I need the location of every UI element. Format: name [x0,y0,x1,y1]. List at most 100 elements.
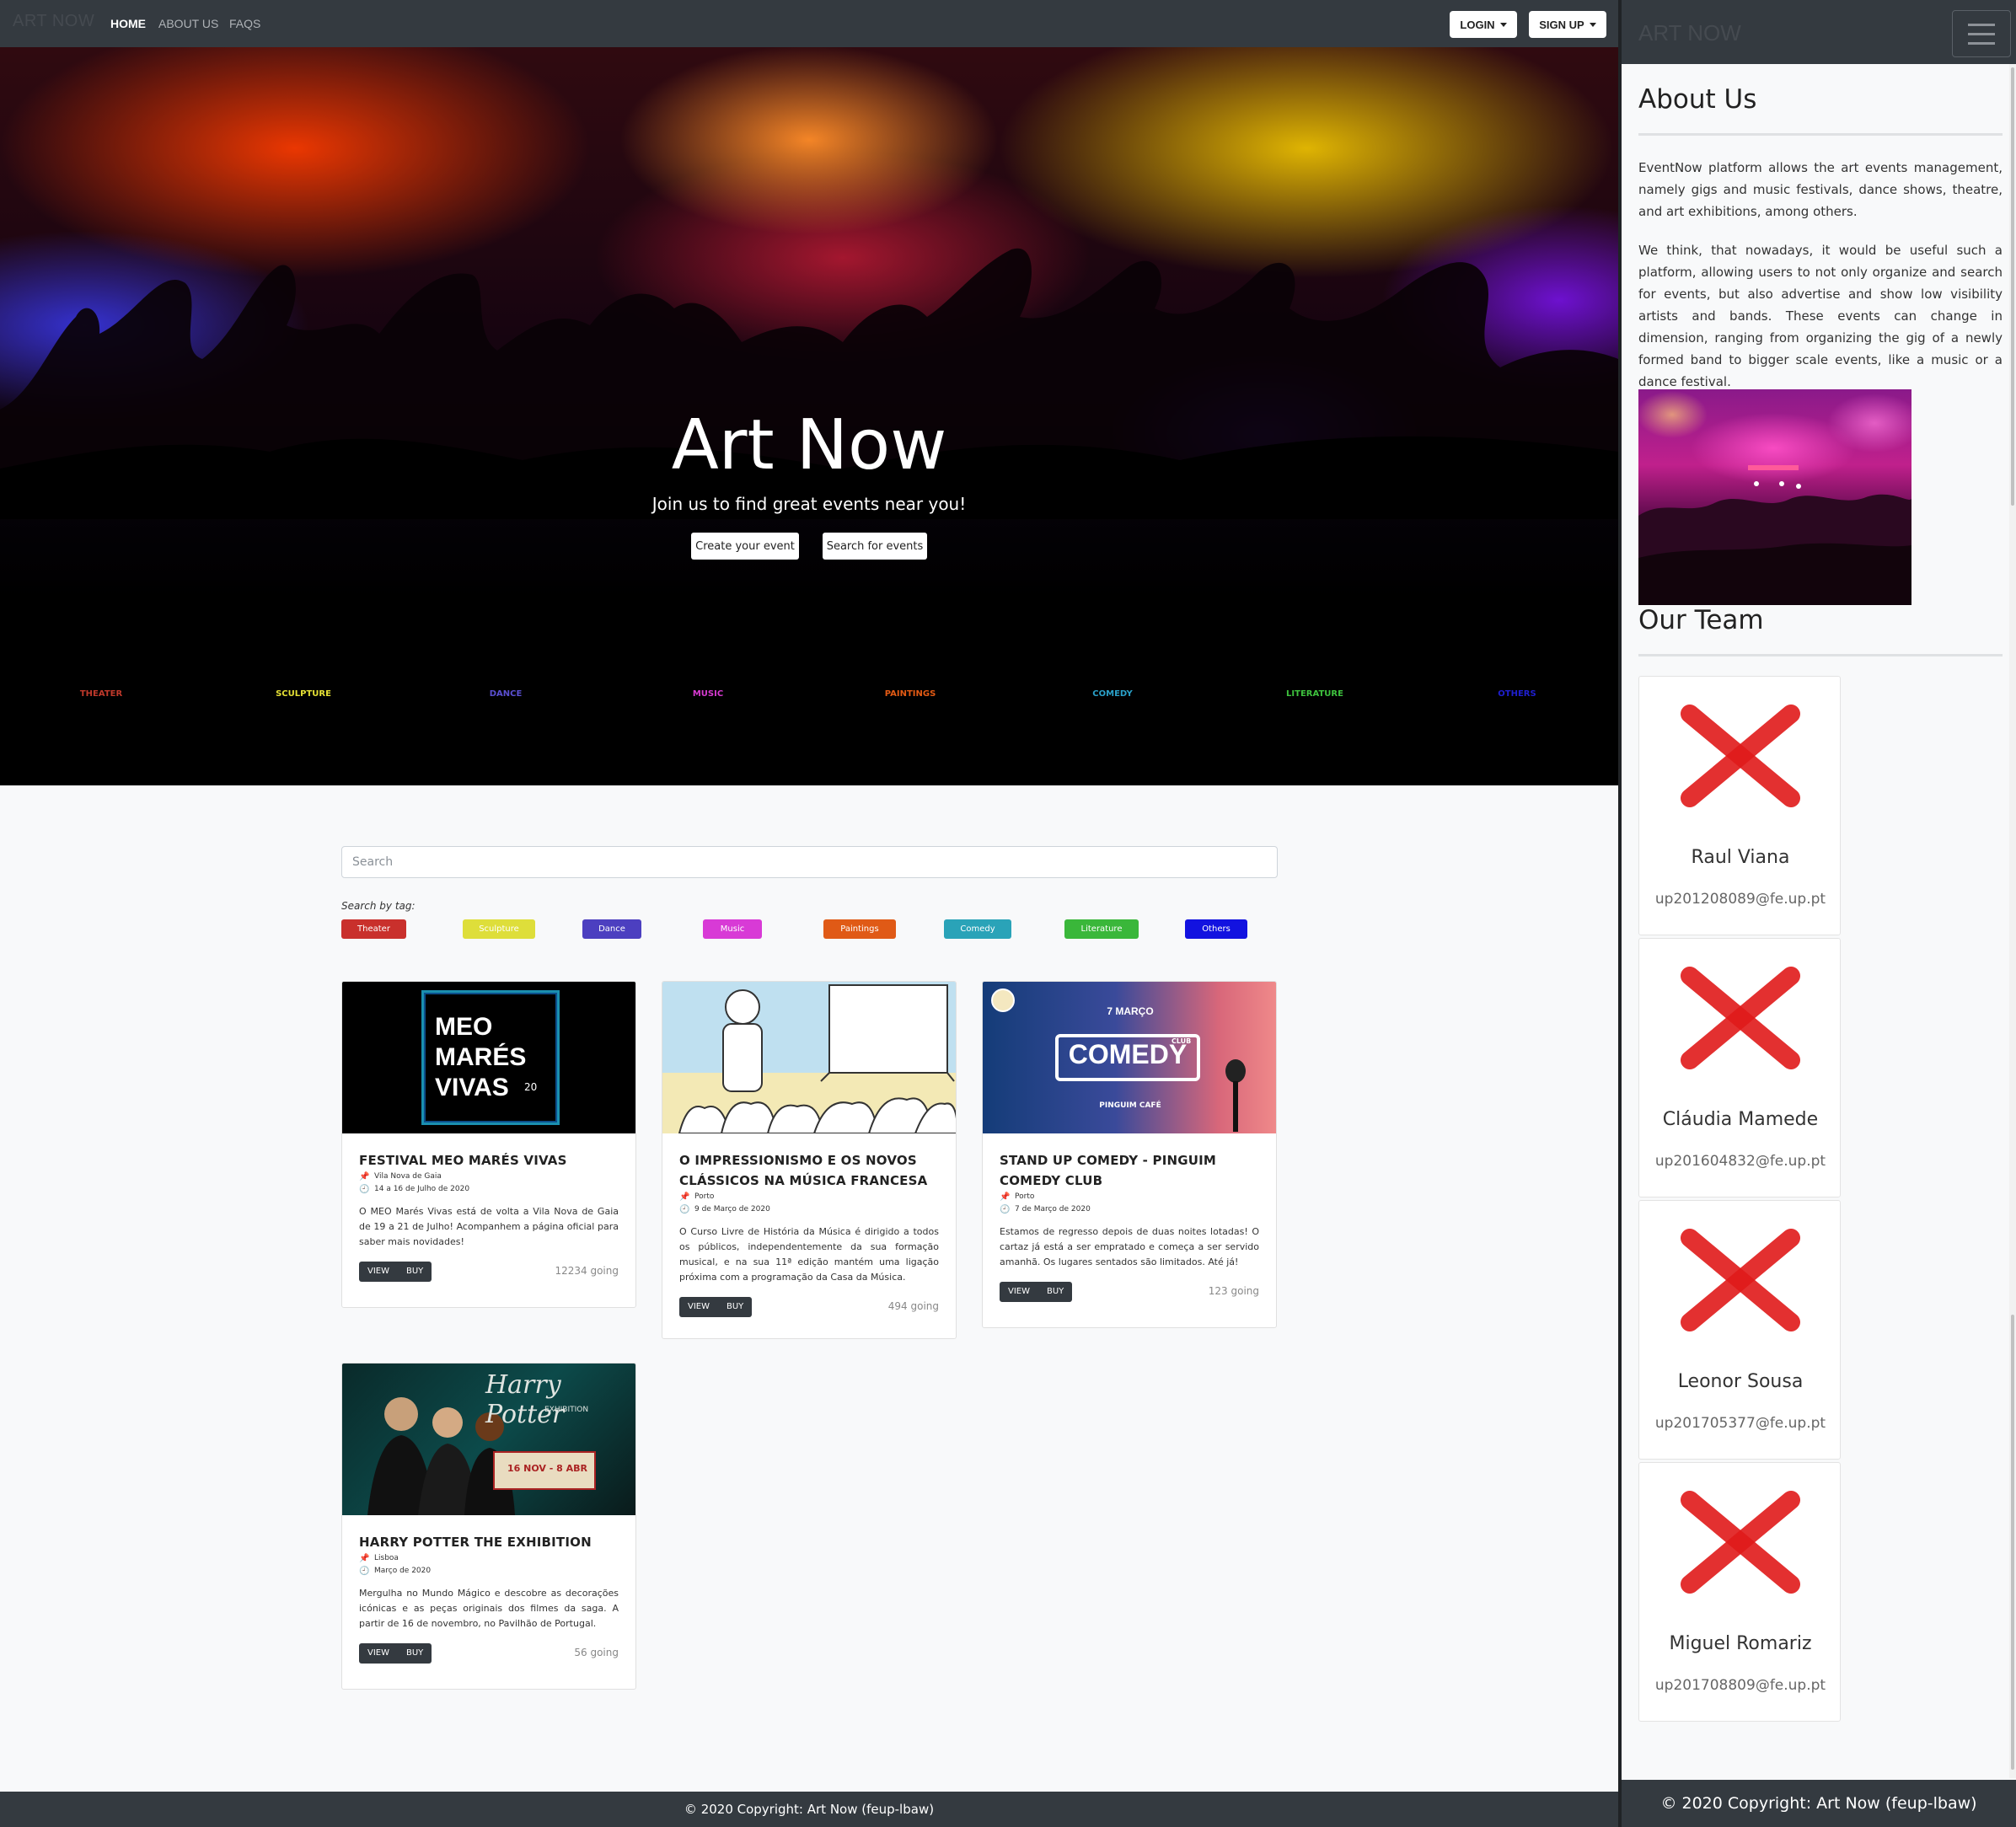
category-theater[interactable]: THEATER [51,689,152,699]
divider [1638,654,2003,656]
team-card: Leonor Sousa up201705377@fe.up.pt [1638,1200,1841,1460]
going-count: 123 going [1208,1285,1259,1297]
nav-about-us[interactable]: ABOUT US [158,17,218,30]
card-footer: VIEW BUY 12234 going [342,1250,635,1292]
member-name: Leonor Sousa [1677,1371,1804,1392]
event-location: 📌 Porto [1000,1191,1259,1203]
signup-button[interactable]: SIGN UP [1529,11,1606,38]
nav-faqs[interactable]: FAQS [229,17,260,30]
view-button[interactable]: VIEW [359,1643,398,1664]
location-text: Porto [1015,1192,1035,1201]
category-others[interactable]: OTHERS [1466,689,1568,699]
category-dance[interactable]: DANCE [455,689,556,699]
signup-label: SIGN UP [1539,18,1584,31]
poster-title: Harry Potter [485,1370,565,1429]
event-image[interactable]: 7 MARÇO COMEDY CLUB PINGUIM CAFÉ [983,982,1276,1133]
festival-image [1638,389,1911,605]
create-event-button[interactable]: Create your event [691,533,799,560]
about-paragraph: We think, that nowadays, it would be use… [1638,243,2003,389]
poster-year: 20 [524,1081,538,1093]
date-text: Março de 2020 [374,1567,432,1575]
buy-button[interactable]: BUY [398,1262,432,1282]
clock-icon: 🕘 [1000,1205,1011,1214]
tag-search-label: Search by tag: [341,900,416,912]
event-card: O IMPRESSIONISMO E OS NOVOS CLÁSSICOS NA… [662,981,957,1339]
going-count: 12234 going [555,1265,619,1277]
caret-down-icon [1499,22,1507,27]
card-body: STAND UP COMEDY - PINGUIM COMEDY CLUB 📌 P… [983,1133,1276,1270]
scrollbar-thumb-lower[interactable] [2011,1315,2014,1770]
hero-banner: Art Now Join us to find great events nea… [0,47,1618,785]
category-literature[interactable]: LITERATURE [1264,689,1365,699]
member-name: Raul Viana [1691,847,1790,868]
poster-subtitle: EXHIBITION [544,1406,589,1414]
pin-icon: 📌 [359,1554,370,1563]
member-name: Cláudia Mamede [1662,1109,1819,1130]
caret-down-icon [1589,22,1596,27]
event-card: 7 MARÇO COMEDY CLUB PINGUIM CAFÉ STAND U… [982,981,1277,1328]
team-title: Our Team [1638,605,1764,635]
category-paintings[interactable]: PAINTINGS [860,689,961,699]
mobile-navbar: ART NOW [1622,0,2016,64]
buy-button[interactable]: BUY [1038,1282,1072,1302]
card-body: O IMPRESSIONISMO E OS NOVOS CLÁSSICOS NA… [662,1133,956,1285]
event-image[interactable]: Harry Potter EXHIBITION 16 NOV - 8 ABR [342,1364,635,1515]
view-button[interactable]: VIEW [679,1297,718,1317]
event-card: MEO MARÉS VIVAS 20 FESTIVAL MEO MARÉS VI… [341,981,636,1308]
event-card: Harry Potter EXHIBITION 16 NOV - 8 ABR H… [341,1363,636,1690]
event-description: Estamos de regresso depois de duas noite… [1000,1226,1259,1267]
buy-button[interactable]: BUY [718,1297,752,1317]
team-card: Miguel Romariz up201708809@fe.up.pt [1638,1462,1841,1722]
login-button[interactable]: LOGIN [1450,11,1517,38]
clock-icon: 🕘 [359,1567,370,1576]
view-button[interactable]: VIEW [359,1262,398,1282]
tag-paintings[interactable]: Paintings [823,919,896,939]
card-body: HARRY POTTER THE EXHIBITION 📌 Lisboa 🕘 Mar… [342,1515,635,1631]
location-text: Vila Nova de Gaia [374,1172,442,1181]
event-description: O MEO Marés Vivas está de volta a Vila N… [359,1206,619,1247]
poster-line: MARÉS [435,1043,527,1071]
category-music[interactable]: MUSIC [657,689,759,699]
event-location: 📌 Vila Nova de Gaia [359,1171,619,1183]
microphone-icon [1225,1059,1246,1132]
member-email: up201604832@fe.up.pt [1654,1153,1826,1170]
event-title[interactable]: O IMPRESSIONISMO E OS NOVOS CLÁSSICOS NA… [679,1150,939,1191]
tag-dance[interactable]: Dance [582,919,641,939]
category-comedy[interactable]: COMEDY [1062,689,1163,699]
pin-icon: 📌 [359,1172,370,1181]
event-description: O Curso Livre de História da Música é di… [679,1226,939,1283]
brand-logo[interactable]: ART NOW [1638,20,1741,46]
nav-home[interactable]: HOME [110,17,146,30]
event-title[interactable]: STAND UP COMEDY - PINGUIM COMEDY CLUB [1000,1150,1259,1191]
tag-music[interactable]: Music [703,919,762,939]
brand-logo[interactable]: ART NOW [13,12,94,31]
event-date: 🕘 9 de Março de 2020 [679,1203,939,1216]
action-buttons: VIEW BUY [1000,1282,1073,1302]
event-image[interactable] [662,982,956,1133]
poster-dates: 16 NOV - 8 ABR [507,1463,587,1474]
team-card: Raul Viana up201208089@fe.up.pt [1638,676,1841,935]
divider [1638,133,2003,136]
tag-comedy[interactable]: Comedy [944,919,1011,939]
hamburger-menu-icon[interactable] [1952,10,2011,57]
event-title[interactable]: FESTIVAL MEO MARÉS VIVAS [359,1150,619,1171]
scrollbar-thumb[interactable] [2011,67,2014,506]
going-count: 56 going [574,1647,619,1658]
search-events-button[interactable]: Search for events [823,533,927,560]
tag-theater[interactable]: Theater [341,919,406,939]
tag-sculpture[interactable]: Sculpture [463,919,535,939]
event-title[interactable]: HARRY POTTER THE EXHIBITION [359,1532,619,1552]
location-text: Porto [694,1192,715,1201]
main-page: ART NOW HOME ABOUT US FAQS LOGIN SIGN UP… [0,0,1618,1827]
event-image[interactable]: MEO MARÉS VIVAS 20 [342,982,635,1133]
tag-others[interactable]: Others [1185,919,1247,939]
card-body: FESTIVAL MEO MARÉS VIVAS 📌 Vila Nova de G… [342,1133,635,1250]
mobile-footer: © 2020 Copyright: Art Now (feup-lbaw) [1622,1780,2016,1827]
crowd-image [1638,465,1911,605]
search-input[interactable]: Search [341,846,1278,878]
tag-literature[interactable]: Literature [1064,919,1139,939]
going-count: 494 going [887,1300,939,1312]
view-button[interactable]: VIEW [1000,1282,1038,1302]
buy-button[interactable]: BUY [398,1643,432,1664]
category-sculpture[interactable]: SCULPTURE [253,689,354,699]
